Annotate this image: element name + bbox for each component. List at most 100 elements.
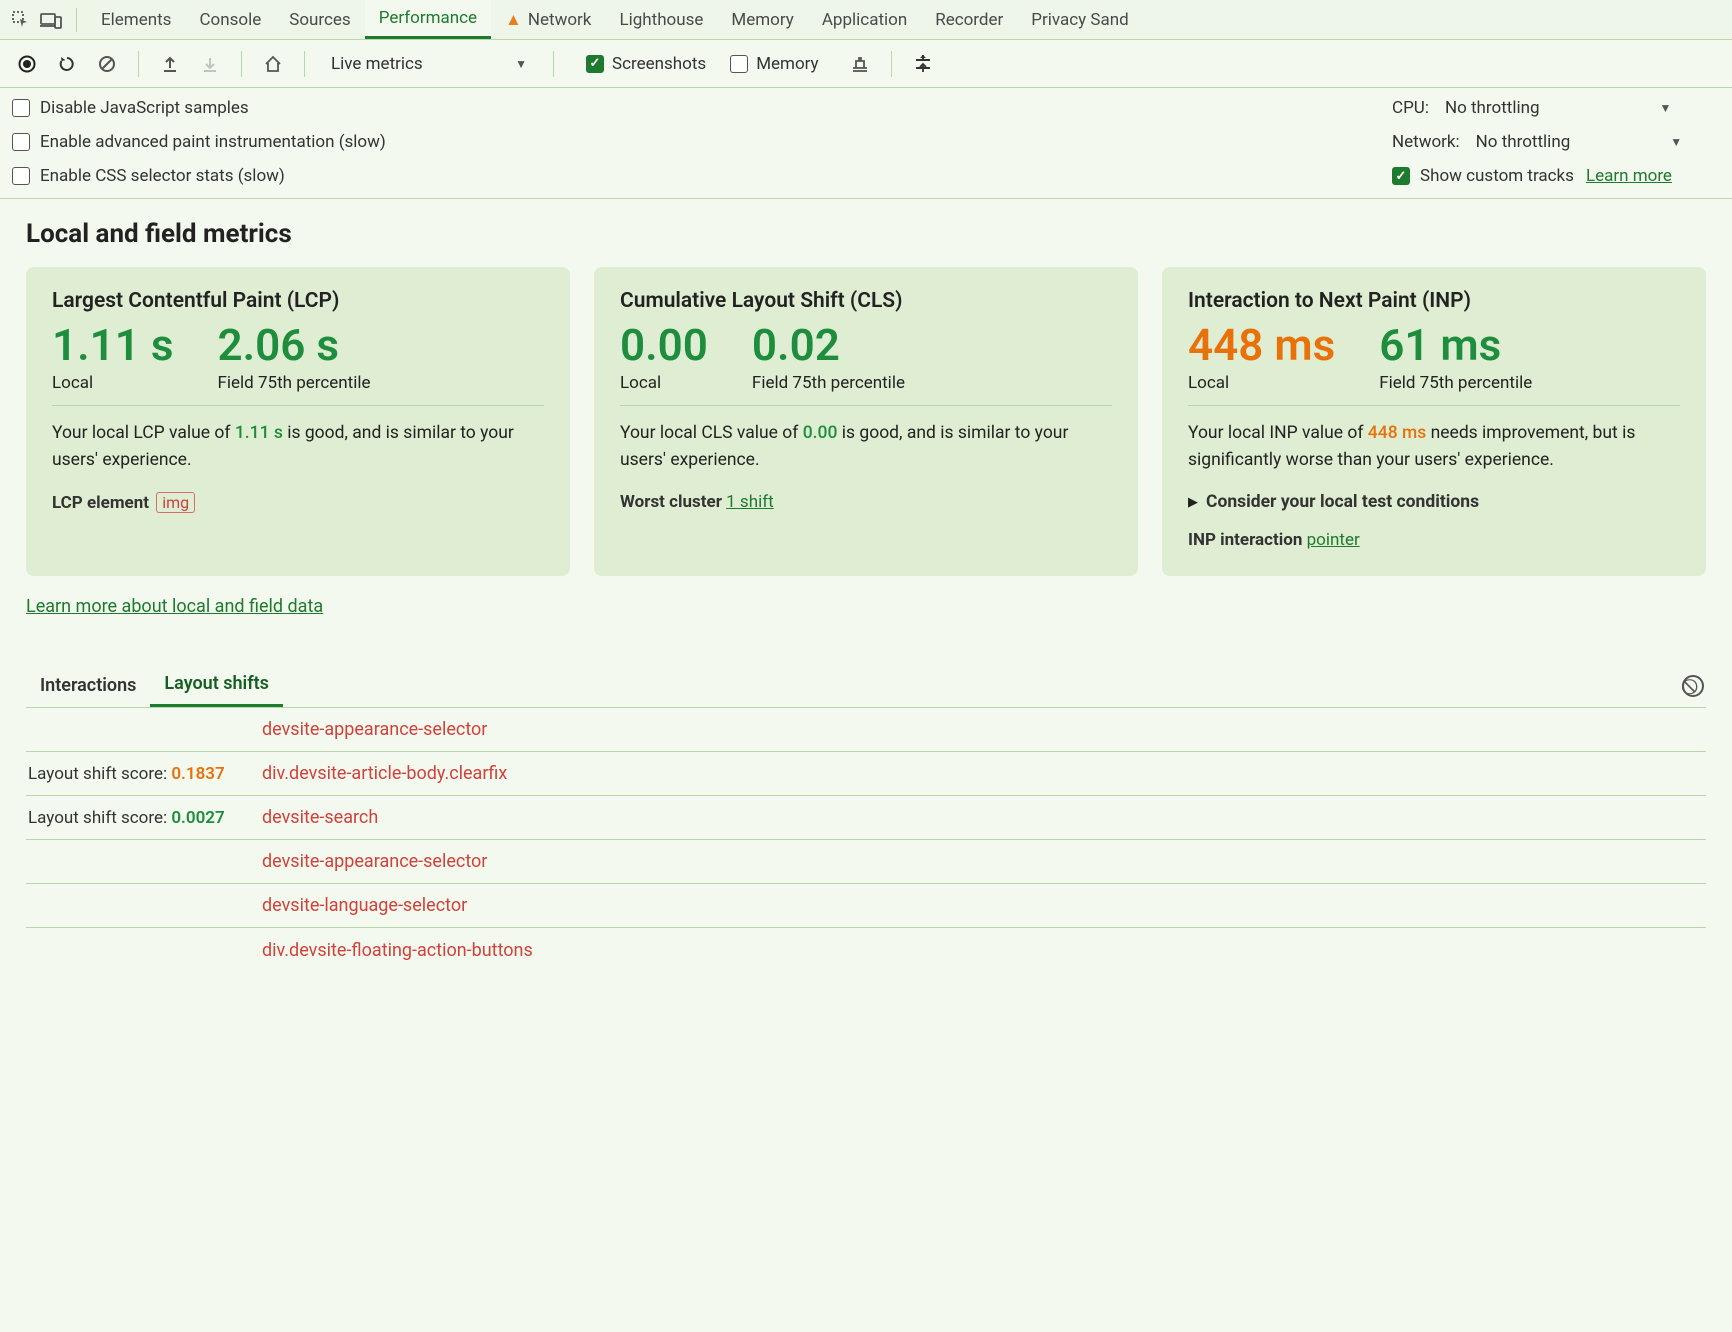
list-item: Layout shift score: 0.0027 devsite-searc…	[26, 796, 1706, 840]
inp-field-value: 61 ms	[1379, 323, 1532, 367]
shortcuts-icon[interactable]	[906, 47, 940, 81]
list-item: devsite-appearance-selector	[26, 708, 1706, 752]
lcp-local-label: Local	[52, 373, 173, 393]
chevron-down-icon: ▼	[1670, 135, 1682, 149]
network-value: No throttling	[1476, 132, 1571, 152]
enable-adv-paint-label: Enable advanced paint instrumentation (s…	[40, 132, 386, 152]
lcp-body: Your local LCP value of 1.11 s is good, …	[52, 420, 544, 474]
network-throttle-select[interactable]: No throttling ▼	[1476, 132, 1682, 152]
tab-recorder[interactable]: Recorder	[921, 0, 1017, 39]
toolbar-sep-4	[553, 51, 554, 77]
cpu-label: CPU:	[1392, 98, 1429, 118]
shifted-element[interactable]: devsite-search	[262, 807, 378, 828]
checkbox-checked-icon	[586, 55, 604, 73]
tab-application[interactable]: Application	[808, 0, 921, 39]
enable-css-selector-checkbox[interactable]: Enable CSS selector stats (slow)	[12, 166, 285, 186]
inp-title: Interaction to Next Paint (INP)	[1188, 289, 1680, 313]
inp-local-value: 448 ms	[1188, 323, 1335, 367]
inp-local-label: Local	[1188, 373, 1335, 393]
lcp-card: Largest Contentful Paint (LCP) 1.11 s Lo…	[26, 267, 570, 576]
lcp-element-tag[interactable]: img	[156, 492, 195, 513]
list-item: Layout shift score: 0.1837 div.devsite-a…	[26, 752, 1706, 796]
memory-label: Memory	[756, 54, 818, 74]
checkbox-empty-icon	[12, 133, 30, 151]
shift-score: 0.1837	[171, 764, 224, 784]
tab-sources[interactable]: Sources	[275, 0, 364, 39]
learn-more-link[interactable]: Learn more	[1586, 166, 1672, 186]
toolbar-sep-1	[138, 51, 139, 77]
shifted-element[interactable]: div.devsite-floating-action-buttons	[262, 940, 533, 961]
disable-js-samples-label: Disable JavaScript samples	[40, 98, 249, 118]
tab-interactions[interactable]: Interactions	[26, 667, 150, 706]
tab-layout-shifts[interactable]: Layout shifts	[150, 665, 283, 707]
learn-more-data-link[interactable]: Learn more about local and field data	[26, 596, 323, 617]
inspect-icon[interactable]	[6, 5, 36, 35]
tab-privacy[interactable]: Privacy Sand	[1017, 0, 1142, 39]
inp-interaction-link[interactable]: pointer	[1307, 530, 1360, 550]
screenshots-checkbox[interactable]: Screenshots	[586, 54, 706, 74]
toolbar-sep-3	[304, 51, 305, 77]
lcp-field-value: 2.06 s	[217, 323, 370, 367]
tab-lighthouse[interactable]: Lighthouse	[605, 0, 717, 39]
layout-shift-list: devsite-appearance-selector Layout shift…	[26, 708, 1706, 972]
performance-settings: Disable JavaScript samples Enable advanc…	[0, 88, 1732, 199]
checkbox-empty-icon	[12, 167, 30, 185]
cls-body: Your local CLS value of 0.00 is good, an…	[620, 420, 1112, 474]
cls-field-value: 0.02	[752, 323, 905, 367]
cpu-throttle-select[interactable]: No throttling ▼	[1445, 98, 1671, 118]
inp-card: Interaction to Next Paint (INP) 448 ms L…	[1162, 267, 1706, 576]
show-custom-tracks-label: Show custom tracks	[1420, 166, 1574, 186]
shifted-element[interactable]: devsite-language-selector	[262, 895, 467, 916]
tab-network[interactable]: ▲Network	[491, 0, 605, 39]
show-custom-tracks-checkbox[interactable]: Show custom tracks	[1392, 166, 1574, 186]
enable-css-selector-label: Enable CSS selector stats (slow)	[40, 166, 285, 186]
cls-local-value: 0.00	[620, 323, 708, 367]
cls-title: Cumulative Layout Shift (CLS)	[620, 289, 1112, 313]
devtools-tabstrip: Elements Console Sources Performance ▲Ne…	[0, 0, 1732, 40]
checkbox-checked-icon	[1392, 167, 1410, 185]
disable-js-samples-checkbox[interactable]: Disable JavaScript samples	[12, 98, 249, 118]
tab-console[interactable]: Console	[185, 0, 275, 39]
lcp-local-value: 1.11 s	[52, 323, 173, 367]
memory-checkbox[interactable]: Memory	[730, 54, 818, 74]
tab-elements[interactable]: Elements	[87, 0, 185, 39]
device-toggle-icon[interactable]	[36, 5, 66, 35]
record-icon[interactable]	[10, 47, 44, 81]
toolbar-sep-5	[891, 51, 892, 77]
clear-icon[interactable]	[90, 47, 124, 81]
warning-icon: ▲	[505, 10, 522, 30]
cls-card: Cumulative Layout Shift (CLS) 0.00 Local…	[594, 267, 1138, 576]
mode-select[interactable]: Live metrics ▼	[319, 47, 539, 81]
checkbox-empty-icon	[730, 55, 748, 73]
clear-list-icon[interactable]: ⃠	[1682, 675, 1704, 697]
screenshots-label: Screenshots	[612, 54, 706, 74]
enable-adv-paint-checkbox[interactable]: Enable advanced paint instrumentation (s…	[12, 132, 386, 152]
lcp-field-label: Field 75th percentile	[217, 373, 370, 393]
tab-memory[interactable]: Memory	[717, 0, 807, 39]
main-content: Local and field metrics Largest Contentf…	[0, 199, 1732, 1002]
triangle-right-icon: ▶	[1188, 495, 1198, 510]
tabstrip-divider	[76, 8, 77, 32]
inp-consider-expand[interactable]: ▶ Consider your local test conditions	[1188, 492, 1680, 512]
cls-local-label: Local	[620, 373, 708, 393]
chevron-down-icon: ▼	[515, 57, 527, 71]
page-title: Local and field metrics	[26, 219, 1706, 249]
list-item: devsite-language-selector	[26, 884, 1706, 928]
cls-field-label: Field 75th percentile	[752, 373, 905, 393]
mode-select-label: Live metrics	[331, 54, 423, 74]
inp-field-label: Field 75th percentile	[1379, 373, 1532, 393]
list-item: devsite-appearance-selector	[26, 840, 1706, 884]
tab-performance[interactable]: Performance	[365, 0, 491, 39]
checkbox-empty-icon	[12, 99, 30, 117]
gc-icon[interactable]	[843, 47, 877, 81]
performance-toolbar: Live metrics ▼ Screenshots Memory	[0, 40, 1732, 88]
shifted-element[interactable]: div.devsite-article-body.clearfix	[262, 763, 507, 784]
upload-icon[interactable]	[153, 47, 187, 81]
cls-worst-link[interactable]: 1 shift	[726, 492, 774, 512]
download-icon[interactable]	[193, 47, 227, 81]
shifted-element[interactable]: devsite-appearance-selector	[262, 719, 487, 740]
shifted-element[interactable]: devsite-appearance-selector	[262, 851, 487, 872]
home-icon[interactable]	[256, 47, 290, 81]
network-label: Network:	[1392, 132, 1460, 152]
reload-record-icon[interactable]	[50, 47, 84, 81]
